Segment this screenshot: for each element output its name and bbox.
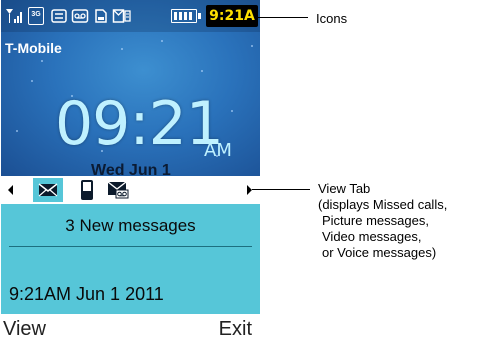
message-timestamp: 9:21AM Jun 1 2011	[9, 284, 164, 304]
exit-softkey[interactable]: Exit	[219, 318, 252, 341]
phone-screen: 3G 9:21A T-Mobile 09:21 AM Wed Jun 1 3 N…	[1, 0, 260, 348]
view-tab-leader-line	[252, 189, 310, 190]
message-indicator-icon	[50, 7, 68, 25]
wallpaper: 3G 9:21A T-Mobile 09:21 AM Wed Jun 1	[1, 0, 260, 176]
status-time: 9:21A	[206, 5, 258, 27]
tab-voice-messages[interactable]	[105, 178, 131, 202]
divider	[9, 246, 252, 247]
envelope-icon	[38, 182, 58, 203]
view-softkey[interactable]: View	[3, 318, 46, 341]
tab-right-arrow-icon[interactable]	[247, 185, 252, 195]
tab-messages[interactable]	[33, 178, 63, 202]
phone-icon	[80, 179, 94, 206]
icons-leader-line	[256, 17, 308, 18]
tab-left-arrow-icon[interactable]	[8, 185, 13, 195]
clock-date: Wed Jun 1	[91, 162, 171, 176]
carrier-name: T-Mobile	[5, 40, 62, 56]
clock-ampm: AM	[204, 140, 232, 161]
status-bar: 3G 9:21A	[1, 0, 260, 32]
softkey-bar: View Exit	[1, 314, 260, 348]
battery-icon	[171, 9, 201, 23]
sms-full-icon	[112, 7, 132, 25]
view-tab-callout-line: Video messages,	[322, 229, 422, 244]
view-tab-callout-label: View Tab (displays Missed calls, Picture…	[318, 181, 447, 261]
view-tab-callout-line: Picture messages,	[322, 213, 429, 228]
tab-calls[interactable]	[77, 178, 97, 202]
view-tab-callout-line: View Tab	[318, 181, 371, 196]
clock-time: 09:21	[55, 89, 224, 159]
voicemail-icon	[71, 7, 89, 25]
voicemail-envelope-icon	[107, 181, 129, 204]
icons-callout-label: Icons	[316, 11, 348, 26]
messages-panel[interactable]: 3 New messages 9:21AM Jun 1 2011	[1, 204, 260, 314]
network-3g-icon: 3G	[28, 7, 44, 25]
memory-card-icon	[93, 7, 109, 25]
view-tab-bar	[1, 176, 260, 204]
view-tab-callout-line: or Voice messages)	[322, 245, 437, 260]
new-messages-count: 3 New messages	[65, 216, 196, 235]
view-tab-callout-line: (displays Missed calls,	[318, 197, 448, 212]
signal-icon	[5, 7, 23, 25]
